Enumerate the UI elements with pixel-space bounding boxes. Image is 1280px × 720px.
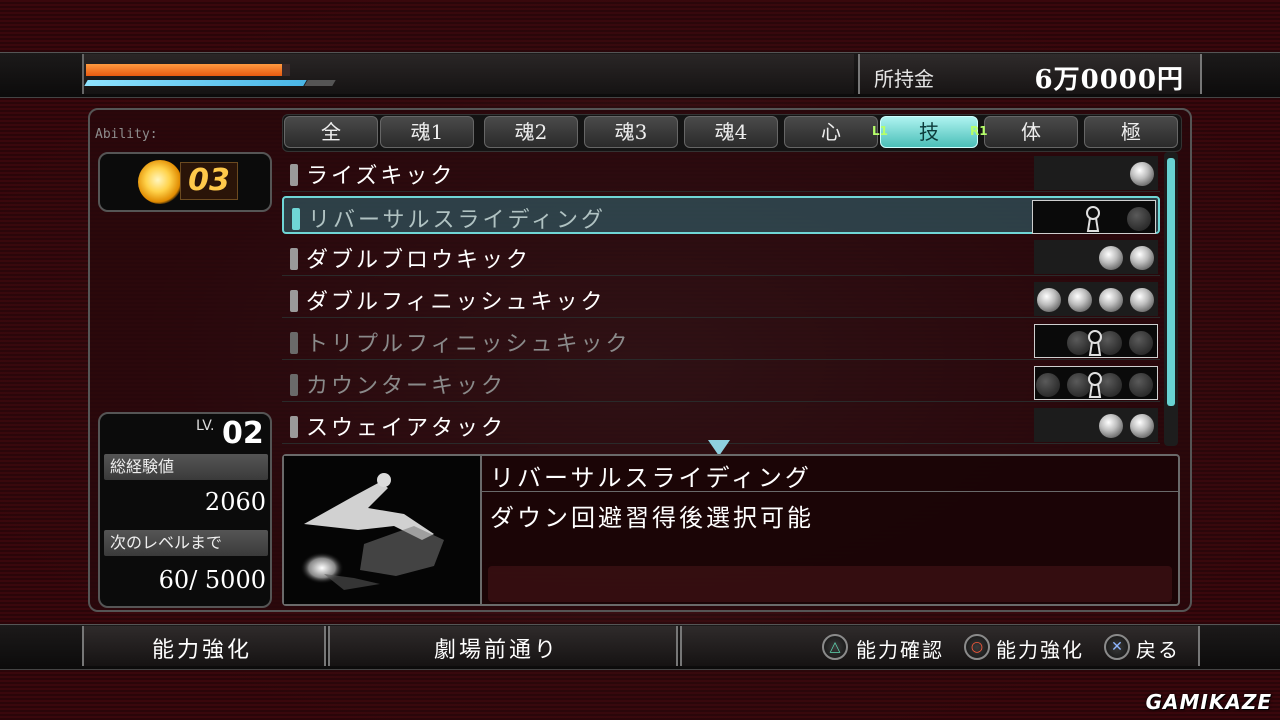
total-exp-value: 2060 <box>204 488 266 516</box>
ability-label: Ability: <box>95 127 158 142</box>
tab-0[interactable]: 全 <box>284 116 378 148</box>
skill-row-marker <box>290 290 298 312</box>
skill-detail-description: ダウン回避習得後選択可能 <box>490 504 814 532</box>
skill-orb-icon <box>1130 288 1154 312</box>
skill-row-marker <box>290 332 298 354</box>
sliding-kick-silhouette-icon <box>300 473 444 590</box>
skill-orb-icon <box>1130 162 1154 186</box>
next-level-value: 60/ 5000 <box>158 566 266 594</box>
detail-extra-area <box>488 566 1172 602</box>
skill-row[interactable]: ライズキック <box>282 154 1160 192</box>
skill-orb-icon <box>1099 414 1123 438</box>
skill-row[interactable]: カウンターキック <box>282 364 1160 402</box>
skill-preview-image <box>284 456 482 604</box>
skill-row[interactable]: ダブルブロウキック <box>282 238 1160 276</box>
skill-orb-icon <box>1130 414 1154 438</box>
skill-name: リバーサルスライディング <box>308 208 607 233</box>
skill-row-marker <box>290 248 298 270</box>
money-value: 6万0000円 <box>1034 65 1184 95</box>
skill-name: ダブルフィニッシュキック <box>306 290 606 315</box>
skill-cost-slots <box>1034 156 1158 190</box>
scrollbar-thumb[interactable] <box>1167 158 1175 406</box>
skill-orb-icon <box>1037 288 1061 312</box>
skill-row[interactable]: トリプルフィニッシュキック <box>282 322 1160 360</box>
skill-cost-slots <box>1034 408 1158 442</box>
tab-3[interactable]: 魂3 <box>584 116 678 148</box>
tab-1[interactable]: 魂1 <box>380 116 474 148</box>
skill-orb-icon <box>1068 288 1092 312</box>
tab-6[interactable]: 技 <box>880 116 978 148</box>
cross-button-icon[interactable]: ✕ <box>1104 634 1130 660</box>
location-name: 劇場前通り <box>434 638 560 663</box>
skill-name: カウンターキック <box>306 374 507 399</box>
cross-button-label[interactable]: 戻る <box>1136 634 1180 663</box>
skill-orb-icon <box>1099 246 1123 270</box>
l1-button-icon[interactable]: L1 <box>872 122 888 140</box>
detail-divider <box>482 491 1178 492</box>
lock-keyhole-icon <box>1088 372 1102 398</box>
next-level-label: 次のレベルまで <box>104 530 268 556</box>
tab-5[interactable]: 心 <box>784 116 878 148</box>
ability-coin-icon <box>138 160 182 204</box>
skill-orb-icon <box>1099 288 1123 312</box>
health-bar <box>86 64 282 76</box>
total-exp-label: 総経験値 <box>104 454 268 480</box>
skill-orb-icon <box>1129 373 1153 397</box>
skill-name: トリプルフィニッシュキック <box>306 332 631 357</box>
skill-orb-icon <box>1129 331 1153 355</box>
skill-cost-slots <box>1032 200 1156 234</box>
skill-row[interactable]: ダブルフィニッシュキック <box>282 280 1160 318</box>
watermark-logo: GAMIKAZE <box>1145 690 1272 714</box>
triangle-button-icon[interactable]: △ <box>822 634 848 660</box>
skill-row-marker <box>290 164 298 186</box>
skill-name: ダブルブロウキック <box>306 248 532 273</box>
skill-row-marker <box>290 416 298 438</box>
skill-name: ライズキック <box>306 164 456 189</box>
skill-cost-slots <box>1034 366 1158 400</box>
level-prefix: LV. <box>196 418 215 434</box>
ability-points-count: 03 <box>180 162 238 200</box>
tab-7[interactable]: 体 <box>984 116 1078 148</box>
tab-8[interactable]: 極 <box>1084 116 1178 148</box>
tab-2[interactable]: 魂2 <box>484 116 578 148</box>
skill-row[interactable]: リバーサルスライディング <box>282 196 1160 234</box>
skill-name: スウェイアタック <box>306 416 507 441</box>
skill-cost-slots <box>1034 282 1158 316</box>
skill-row-marker <box>290 374 298 396</box>
heat-gauge <box>84 80 307 86</box>
skill-cost-slots <box>1034 324 1158 358</box>
heat-gauge-empty <box>304 80 336 86</box>
r1-button-icon[interactable]: R1 <box>970 122 988 140</box>
circle-button-icon[interactable]: ○ <box>964 634 990 660</box>
skill-row[interactable]: スウェイアタック <box>282 406 1160 444</box>
skill-orb-icon <box>1130 246 1154 270</box>
skill-orb-icon <box>1036 373 1060 397</box>
skill-row-marker <box>292 208 300 230</box>
lock-keyhole-icon <box>1088 330 1102 356</box>
triangle-button-label[interactable]: 能力確認 <box>856 634 944 663</box>
money-label: 所持金 <box>874 67 934 91</box>
level-value: 02 <box>222 416 264 451</box>
tab-4[interactable]: 魂4 <box>684 116 778 148</box>
skill-detail-title: リバーサルスライディング <box>490 464 812 492</box>
health-bar-empty <box>282 64 290 76</box>
skill-cost-slots <box>1034 240 1158 274</box>
circle-button-label[interactable]: 能力強化 <box>996 634 1084 663</box>
skill-orb-icon <box>1127 207 1151 231</box>
menu-title: 能力強化 <box>152 638 253 663</box>
lock-keyhole-icon <box>1086 206 1100 232</box>
